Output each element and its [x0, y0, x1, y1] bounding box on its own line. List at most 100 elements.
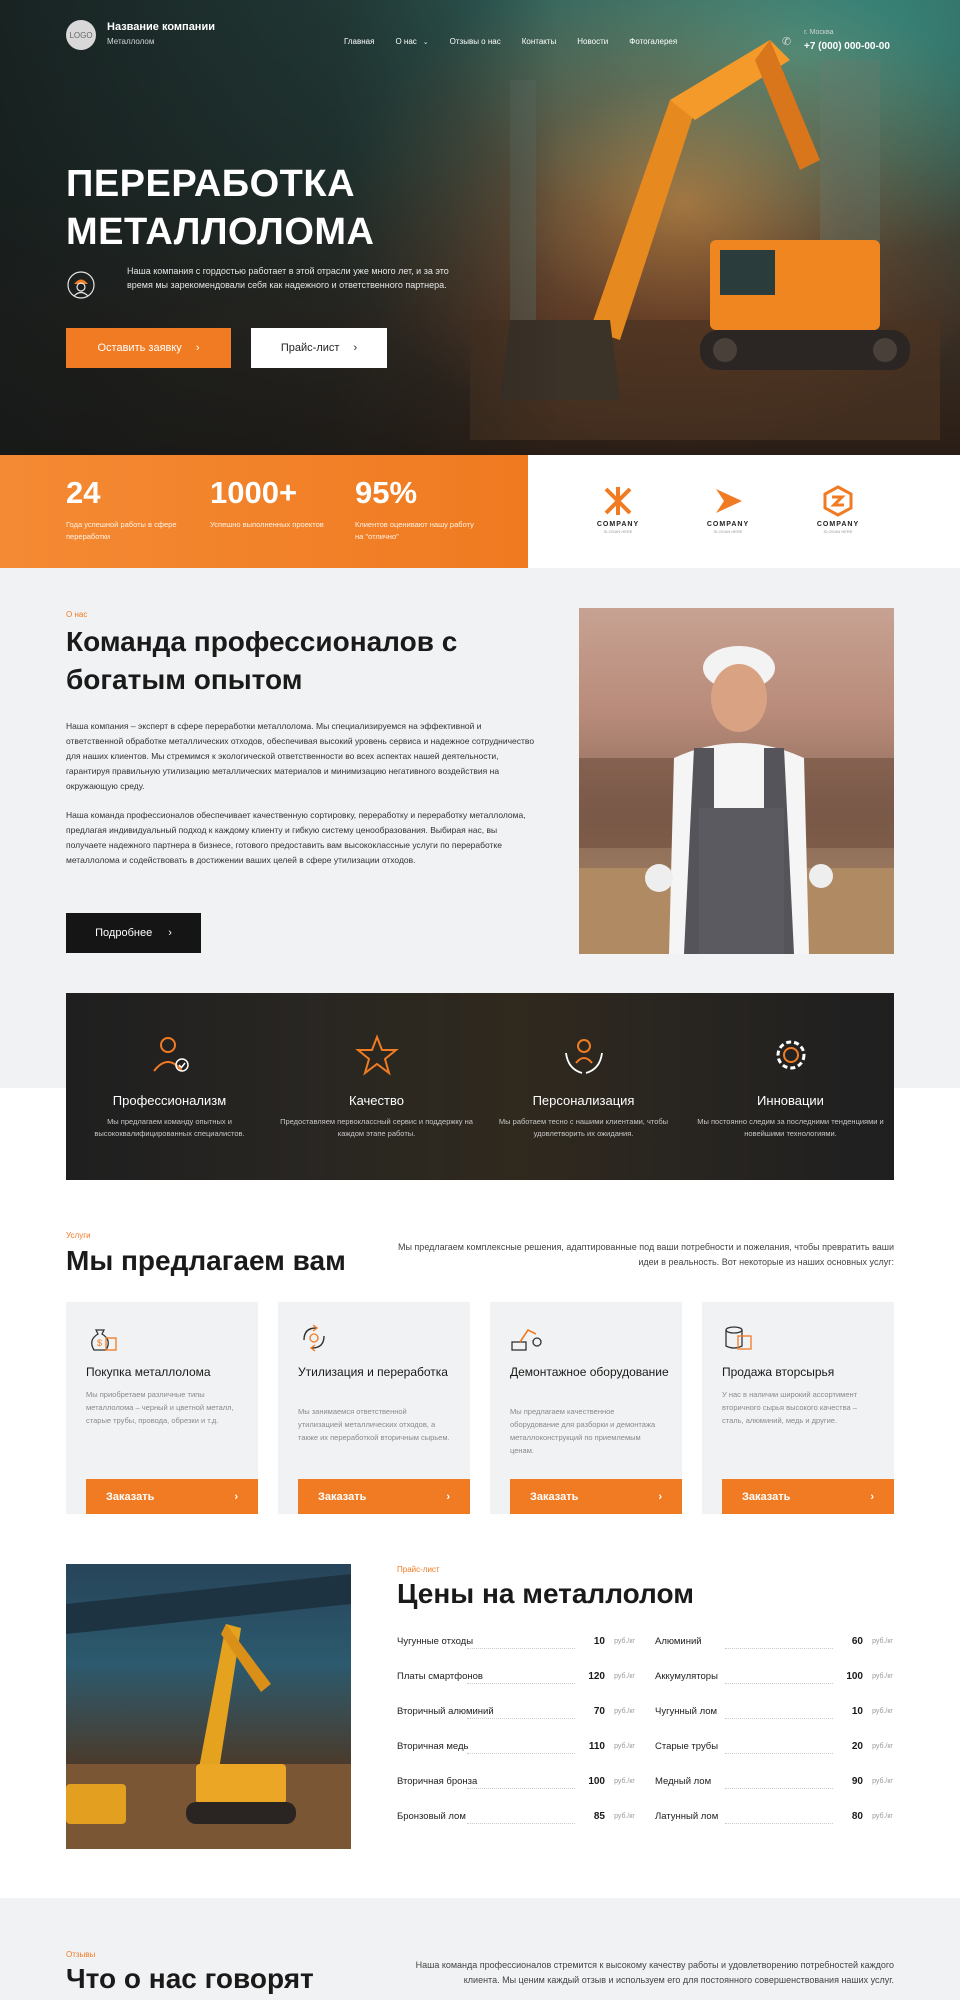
order-button-label: Заказать: [318, 1490, 367, 1503]
price-dots: [467, 1718, 575, 1719]
price-value: 120: [588, 1671, 605, 1682]
leave-request-button[interactable]: Оставить заявку ›: [66, 328, 231, 368]
nav-news[interactable]: Новости: [577, 37, 608, 46]
worker-check-icon: [152, 1037, 189, 1072]
price-dots: [725, 1788, 833, 1789]
price-unit: руб./кг: [614, 1673, 635, 1680]
svg-text:$: $: [97, 1338, 102, 1348]
value-text: Мы работаем тесно с нашими клиентами, чт…: [498, 1117, 669, 1138]
values-banner: Профессионализм Мы предлагаем команду оп…: [66, 993, 894, 1180]
gear-icon: [776, 1040, 805, 1070]
partner-logo[interactable]: COMPANY SLOGAN HERE: [808, 485, 868, 534]
about-paragraph-1: Наша компания – эксперт в сфере перерабо…: [66, 721, 535, 791]
price-item-name: Платы смартфонов: [397, 1671, 483, 1682]
price-row: Старые трубы 20 руб./кг: [655, 1741, 893, 1761]
services-title: Мы предлагаем вам: [66, 1245, 346, 1276]
value-title: Инновации: [757, 1093, 824, 1108]
company-subtitle: Металлолом: [107, 37, 155, 46]
hero-section: LOGO Название компании Металлолом Главна…: [0, 0, 960, 455]
price-unit: руб./кг: [872, 1743, 893, 1750]
stats-panel: 24 Года успешной работы в сфере перерабо…: [0, 455, 528, 568]
price-value: 110: [588, 1741, 605, 1752]
nav-home[interactable]: Главная: [344, 37, 374, 46]
price-value: 20: [851, 1741, 863, 1752]
hero-title-line1: ПЕРЕРАБОТКА: [66, 163, 356, 205]
service-title: Демонтажное оборудование: [510, 1365, 669, 1379]
order-button-label: Заказать: [742, 1490, 791, 1503]
value-professionalism: Профессионализм Мы предлагаем команду оп…: [66, 1033, 273, 1140]
hands-person-icon: [564, 1039, 603, 1074]
recycle-icon: [303, 1324, 325, 1352]
price-unit: руб./кг: [614, 1743, 635, 1750]
crane-icon: [511, 1328, 542, 1351]
chevron-right-icon: ›: [446, 1490, 450, 1503]
city-label: г. Москва: [804, 29, 834, 36]
chevron-right-icon: ›: [195, 342, 200, 354]
price-value: 10: [593, 1636, 605, 1647]
chevron-down-icon: ⌄: [422, 39, 429, 46]
price-value: 10: [851, 1706, 863, 1717]
about-tag: О нас: [66, 610, 88, 619]
chevron-right-icon: ›: [353, 342, 358, 354]
nav-about[interactable]: О нас ⌄: [395, 37, 428, 46]
phone-icon: ✆: [782, 36, 792, 48]
prices-title: Цены на металлолом: [397, 1578, 694, 1609]
price-item-name: Бронзовый лом: [397, 1811, 466, 1822]
price-row: Платы смартфонов 120 руб./кг: [397, 1671, 635, 1691]
stat-projects: 1000+ Успешно выполненных проектов: [210, 475, 330, 531]
reviews-lead: Наша команда профессионалов стремится к …: [415, 1960, 894, 1985]
price-row: Вторичный алюминий 70 руб./кг: [397, 1706, 635, 1726]
price-unit: руб./кг: [872, 1708, 893, 1715]
price-value: 100: [588, 1776, 605, 1787]
order-button[interactable]: Заказать ›: [510, 1479, 682, 1514]
price-item-name: Чугунные отходы: [397, 1636, 474, 1647]
price-value: 60: [851, 1636, 863, 1647]
partner-hex-icon: [823, 485, 853, 517]
price-unit: руб./кг: [872, 1673, 893, 1680]
partner-name: COMPANY: [816, 521, 860, 528]
price-dots: [725, 1718, 833, 1719]
hero-title-line2: МЕТАЛЛОЛОМА: [66, 211, 375, 253]
order-button-label: Заказать: [106, 1490, 155, 1503]
price-unit: руб./кг: [614, 1778, 635, 1785]
phone-number[interactable]: +7 (000) 000-00-00: [804, 41, 890, 52]
value-text: Мы постоянно следим за последними тенден…: [697, 1117, 884, 1138]
order-button[interactable]: Заказать ›: [298, 1479, 470, 1514]
nav-contacts[interactable]: Контакты: [522, 37, 557, 46]
price-row: Чугунный лом 10 руб./кг: [655, 1706, 893, 1726]
order-button[interactable]: Заказать ›: [722, 1479, 894, 1514]
nav-gallery[interactable]: Фотогалерея: [629, 37, 677, 46]
price-row: Алюминий 60 руб./кг: [655, 1636, 893, 1656]
order-button[interactable]: Заказать ›: [86, 1479, 258, 1514]
service-text: Мы предлагаем качественное оборудование …: [510, 1407, 656, 1455]
partner-slogan: SLOGAN HERE: [603, 529, 633, 534]
services-lead: Мы предлагаем комплексные решения, адапт…: [397, 1242, 894, 1267]
service-text: У нас в наличии широкий ассортимент втор…: [722, 1390, 858, 1425]
more-button[interactable]: Подробнее ›: [66, 913, 201, 953]
company-logo[interactable]: LOGO: [66, 20, 96, 50]
price-unit: руб./кг: [614, 1708, 635, 1715]
reviews-title: Что о нас говорят: [66, 1963, 314, 1994]
partner-logo[interactable]: COMPANY SLOGAN HERE: [698, 485, 758, 534]
partner-logo[interactable]: COMPANY SLOGAN HERE: [588, 485, 648, 534]
price-dots: [725, 1753, 833, 1754]
nav-about-label: О нас: [395, 37, 417, 46]
price-item-name: Латунный лом: [655, 1811, 719, 1822]
service-card-materials: Продажа вторсырья У нас в наличии широки…: [702, 1302, 894, 1514]
price-list-button[interactable]: Прайс-лист ›: [251, 328, 387, 368]
price-dots: [467, 1823, 575, 1824]
stat-label: Года успешной работы в сфере переработки: [66, 520, 177, 541]
nav-reviews[interactable]: Отзывы о нас: [450, 37, 501, 46]
partner-x-icon: [604, 487, 632, 515]
price-dots: [467, 1683, 575, 1684]
partner-arrow-icon: [716, 489, 742, 513]
price-row: Медный лом 90 руб./кг: [655, 1776, 893, 1796]
price-row: Латунный лом 80 руб./кг: [655, 1811, 893, 1831]
price-dots: [467, 1753, 575, 1754]
worker-helmet-icon: [67, 271, 95, 299]
service-title: Утилизация и переработка: [298, 1365, 448, 1379]
price-dots: [725, 1683, 833, 1684]
price-dots: [725, 1648, 833, 1649]
white-background: [0, 1088, 960, 2000]
stat-rating: 95% Клиентов оценивают нашу работу на "о…: [355, 475, 475, 543]
